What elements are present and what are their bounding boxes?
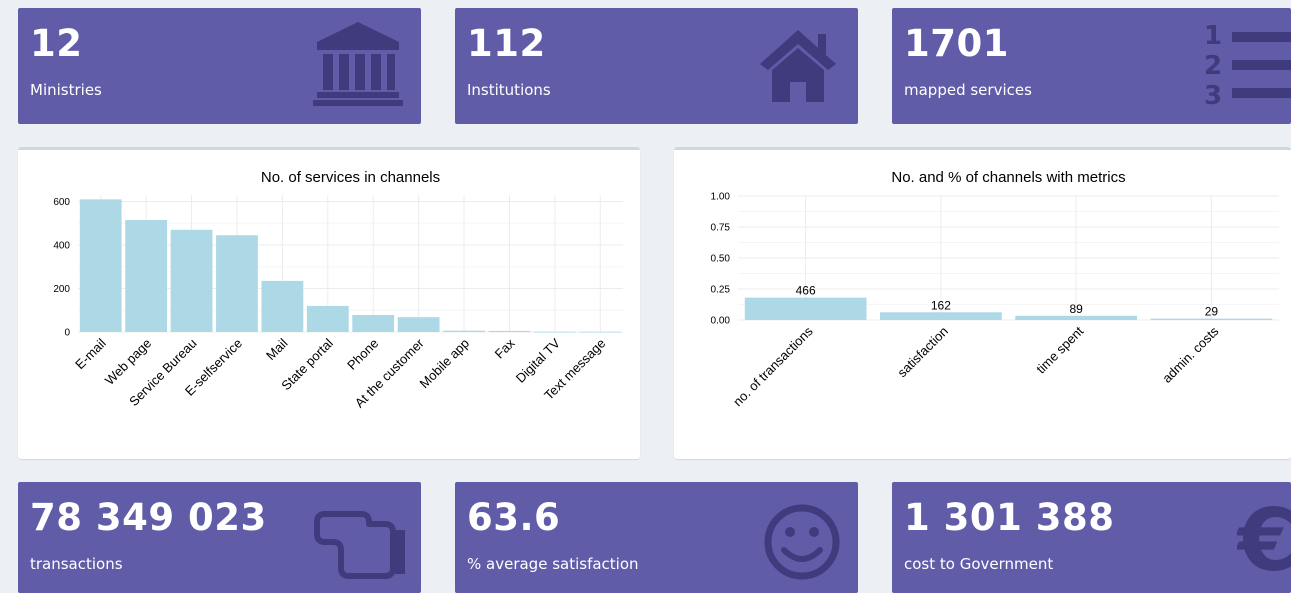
- bar: [579, 331, 622, 333]
- list-ol-icon: 1 2 3: [1204, 21, 1291, 110]
- channels-metrics-chart: No. and % of channels with metrics 0.00 0.…: [711, 169, 1279, 409]
- value-box-cost: 1 301 388 cost to Government €: [892, 482, 1291, 593]
- svg-text:3: 3: [1204, 81, 1222, 110]
- bar: [880, 312, 1002, 320]
- y-tick-label: 200: [53, 284, 70, 295]
- x-tick-label: Phone: [344, 336, 381, 373]
- data-label: 466: [796, 284, 816, 298]
- x-tick-label: time spent: [1033, 323, 1086, 376]
- x-tick-label: no. of transactions: [730, 323, 816, 409]
- value-box-value: 1701: [904, 22, 1009, 65]
- y-tick-label: 1.00: [711, 192, 731, 203]
- bar: [1015, 315, 1137, 320]
- y-tick-label: 400: [53, 241, 70, 252]
- home-icon: [760, 30, 836, 102]
- value-box-label: cost to Government: [904, 555, 1054, 573]
- chart-panel-metrics: No. and % of channels with metrics 0.00 0.…: [674, 147, 1291, 459]
- chart-title: No. of services in channels: [261, 169, 440, 186]
- value-box-label: Ministries: [30, 81, 102, 99]
- value-box-institutions: 112 Institutions: [455, 8, 858, 124]
- y-tick-label: 0: [64, 328, 70, 339]
- data-label: 162: [931, 298, 951, 312]
- svg-text:2: 2: [1204, 51, 1222, 81]
- bar: [306, 305, 349, 332]
- value-box-ministries: 12 Ministries: [18, 8, 421, 124]
- bar: [397, 317, 440, 332]
- y-tick-label: 600: [53, 197, 70, 208]
- bar: [79, 199, 122, 332]
- smile-icon: [764, 504, 840, 580]
- bar: [125, 220, 168, 332]
- bar: [261, 280, 304, 332]
- x-tick-label: satisfaction: [894, 324, 951, 381]
- value-box-value: 112: [467, 22, 546, 65]
- chart-panel-services: No. of services in channels 0 200 400 600 E-m…: [18, 147, 640, 459]
- bar: [216, 235, 258, 332]
- bar: [1150, 318, 1273, 320]
- data-label: 89: [1069, 302, 1083, 316]
- services-channels-chart: No. of services in channels 0 200 400 600 E-m…: [53, 169, 623, 411]
- bank-icon: [313, 22, 403, 106]
- value-box-services: 1701 mapped services 1 2 3: [892, 8, 1291, 124]
- value-box-label: mapped services: [904, 81, 1032, 99]
- bar: [744, 297, 867, 320]
- value-box-label: Institutions: [467, 81, 551, 99]
- bar: [488, 330, 531, 332]
- value-box-value: 78 349 023: [30, 496, 267, 539]
- euro-icon: €: [1237, 492, 1291, 582]
- value-box-value: 12: [30, 22, 83, 65]
- x-tick-label: Mail: [263, 335, 291, 363]
- value-box-value: 1 301 388: [904, 496, 1115, 539]
- y-tick-label: 0.25: [711, 285, 731, 296]
- x-tick-label: E-mail: [72, 335, 109, 372]
- value-box-transactions: 78 349 023 transactions: [18, 482, 421, 593]
- chart-title: No. and % of channels with metrics: [891, 169, 1125, 186]
- svg-text:€: €: [1237, 492, 1291, 582]
- value-box-label: transactions: [30, 555, 123, 573]
- bar: [533, 331, 576, 333]
- y-tick-label: 0.00: [711, 316, 731, 327]
- x-tick-label: admin. costs: [1159, 323, 1222, 386]
- y-tick-label: 0.75: [711, 223, 731, 234]
- x-tick-label: Mobile app: [417, 336, 473, 392]
- svg-text:1: 1: [1204, 21, 1222, 51]
- value-box-label: % average satisfaction: [467, 555, 639, 573]
- bar: [170, 229, 213, 332]
- bar: [352, 315, 395, 332]
- x-tick-label: Fax: [492, 335, 518, 361]
- value-box-satisfaction: 63.6 % average satisfaction: [455, 482, 858, 593]
- value-box-value: 63.6: [467, 496, 561, 539]
- hand-pointer-icon: [314, 511, 405, 579]
- bar: [443, 330, 485, 332]
- data-label: 29: [1205, 305, 1219, 319]
- y-tick-label: 0.50: [711, 254, 731, 265]
